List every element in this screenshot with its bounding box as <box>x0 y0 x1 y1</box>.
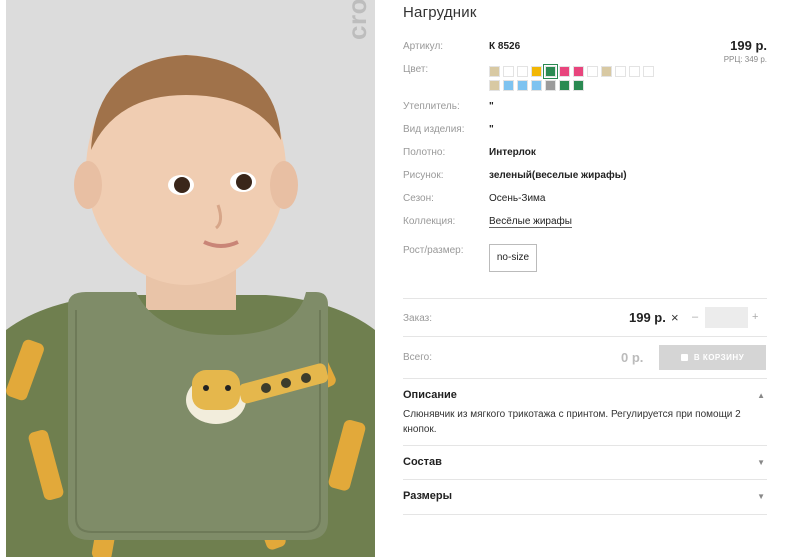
color-swatch[interactable] <box>517 66 528 77</box>
print-row: Рисунок: зеленый(веселые жирафы) <box>403 169 627 183</box>
season-row: Сезон: Осень-Зима <box>403 192 545 206</box>
color-swatch[interactable] <box>503 66 514 77</box>
divider <box>403 479 767 480</box>
divider <box>403 298 767 299</box>
quantity-input[interactable] <box>705 307 748 328</box>
color-swatch[interactable] <box>587 66 598 77</box>
quantity-plus-button[interactable]: + <box>752 311 758 323</box>
article-label: Артикул: <box>403 41 444 52</box>
product-price: 199 р. <box>730 38 767 53</box>
add-to-cart-button[interactable]: В КОРЗИНУ <box>659 345 766 370</box>
size-row: Рост/размер: <box>403 244 489 258</box>
sizes-header[interactable]: Размеры <box>403 490 452 502</box>
color-swatch[interactable] <box>503 80 514 91</box>
order-label: Заказ: <box>403 313 433 324</box>
color-swatch[interactable] <box>543 64 558 79</box>
size-label: Рост/размер: <box>403 245 464 256</box>
color-swatch[interactable] <box>559 80 570 91</box>
color-swatch[interactable] <box>559 66 570 77</box>
color-swatch[interactable] <box>489 66 500 77</box>
color-swatch[interactable] <box>601 66 612 77</box>
print-value: зеленый(веселые жирафы) <box>489 170 627 181</box>
season-label: Сезон: <box>403 193 434 204</box>
article-row: Артикул: К 8526 <box>403 40 520 54</box>
size-option-button[interactable]: no-size <box>489 244 537 272</box>
divider <box>403 514 767 515</box>
color-swatch[interactable] <box>531 80 542 91</box>
article-value: К 8526 <box>489 41 521 52</box>
type-value: " <box>489 124 494 135</box>
chevron-down-icon[interactable]: ▼ <box>757 492 765 501</box>
print-label: Рисунок: <box>403 170 444 181</box>
chevron-up-icon[interactable]: ▲ <box>757 391 765 400</box>
insulation-label: Утеплитель: <box>403 101 460 112</box>
color-swatch[interactable] <box>545 80 556 91</box>
type-row: Вид изделия: " <box>403 123 494 137</box>
color-swatch[interactable] <box>573 80 584 91</box>
fabric-row: Полотно: Интерлок <box>403 146 536 160</box>
description-text: Слюнявчик из мягкого трикотажа с принтом… <box>403 409 741 435</box>
product-photo[interactable]: crockid <box>6 0 375 557</box>
collection-row: Коллекция: Весёлые жирафы <box>403 215 572 229</box>
times-icon: × <box>671 310 679 325</box>
insulation-row: Утеплитель: " <box>403 100 494 114</box>
color-swatch[interactable] <box>489 80 500 91</box>
color-swatch[interactable] <box>615 66 626 77</box>
color-swatch[interactable] <box>643 66 654 77</box>
type-label: Вид изделия: <box>403 124 465 135</box>
composition-header[interactable]: Состав <box>403 456 442 468</box>
divider <box>403 445 767 446</box>
product-title: Нагрудник <box>403 4 477 21</box>
color-swatch[interactable] <box>573 66 584 77</box>
brand-logo: crockid <box>342 0 373 40</box>
cart-icon <box>680 354 688 362</box>
color-swatch[interactable] <box>629 66 640 77</box>
fabric-value: Интерлок <box>489 147 536 158</box>
chevron-down-icon[interactable]: ▼ <box>757 458 765 467</box>
total-value: 0 р. <box>621 350 644 365</box>
color-swatch[interactable] <box>531 66 542 77</box>
description-header[interactable]: Описание <box>403 389 457 401</box>
collection-link[interactable]: Весёлые жирафы <box>489 216 572 228</box>
order-price: 199 р. <box>629 310 666 325</box>
divider <box>403 336 767 337</box>
product-info-panel: Нагрудник Артикул: К 8526 199 р. РРЦ: 349… <box>403 0 767 557</box>
total-label: Всего: <box>403 352 432 363</box>
baby-bib-illustration <box>6 0 375 557</box>
color-row: Цвет: <box>403 63 489 77</box>
cart-button-label: В КОРЗИНУ <box>693 353 745 362</box>
fabric-label: Полотно: <box>403 147 446 158</box>
color-label: Цвет: <box>403 64 429 75</box>
divider <box>403 378 767 379</box>
season-value: Осень-Зима <box>489 193 546 204</box>
collection-label: Коллекция: <box>403 216 456 227</box>
quantity-minus-button[interactable]: – <box>692 311 698 323</box>
rrc-price: РРЦ: 349 р. <box>723 55 767 64</box>
color-swatch[interactable] <box>517 80 528 91</box>
insulation-value: " <box>489 101 494 112</box>
